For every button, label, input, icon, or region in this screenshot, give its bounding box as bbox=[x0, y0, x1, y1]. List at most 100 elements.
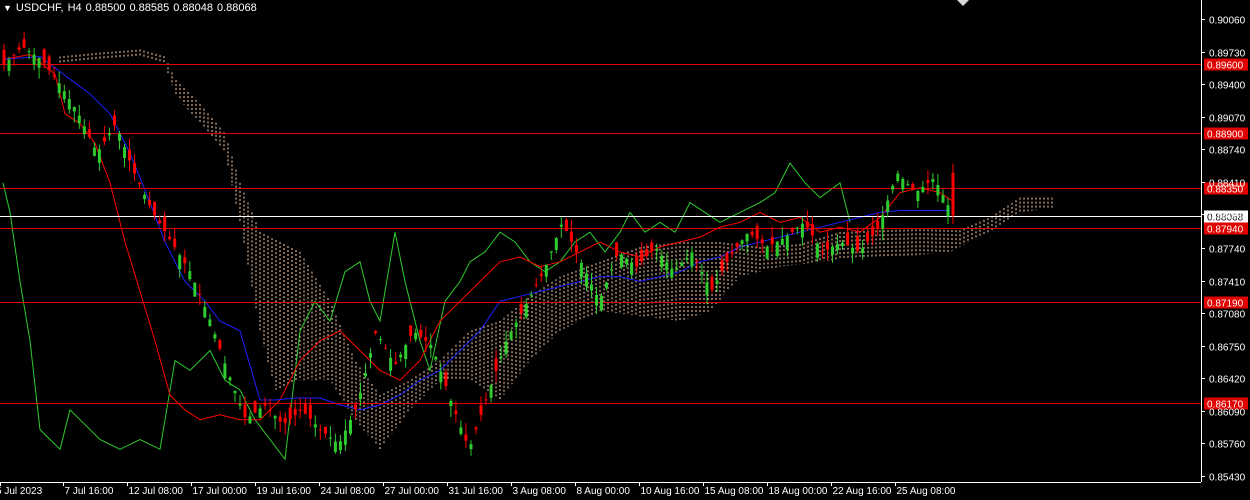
candle-body bbox=[404, 345, 408, 359]
candle-body bbox=[198, 293, 202, 295]
candle-body bbox=[951, 172, 955, 216]
candle-body bbox=[303, 403, 307, 414]
candle-body bbox=[97, 149, 101, 163]
price-tick-label: 0.86090 bbox=[1209, 408, 1246, 419]
candle-body bbox=[931, 179, 935, 182]
candle-body bbox=[439, 371, 443, 383]
candle-body bbox=[640, 249, 644, 262]
candle-body bbox=[2, 49, 6, 65]
candle-body bbox=[27, 51, 31, 53]
candle-body bbox=[775, 241, 779, 257]
candle-body bbox=[489, 385, 493, 398]
candle-body bbox=[399, 354, 403, 358]
candle-body bbox=[595, 295, 598, 306]
time-tick-label: 22 Aug 16:00 bbox=[833, 486, 892, 497]
candle-body bbox=[921, 187, 925, 193]
candle-body bbox=[740, 240, 744, 244]
axes: 0.90060 0.89730 0.89400 0.89070 0.88740 0.884… bbox=[0, 0, 1246, 497]
candle-body bbox=[228, 377, 232, 381]
candle-body bbox=[409, 325, 413, 336]
candle-body bbox=[102, 137, 106, 142]
candle-body bbox=[203, 306, 207, 318]
candle-body bbox=[615, 242, 619, 256]
level-price-label: 0.89600 bbox=[1207, 61, 1244, 72]
candle-body bbox=[288, 407, 292, 419]
candle-body bbox=[183, 257, 187, 264]
candle-body bbox=[32, 54, 36, 65]
candle-body bbox=[881, 215, 885, 229]
candle-body bbox=[620, 254, 624, 268]
candle-body bbox=[625, 258, 629, 264]
candle-body bbox=[494, 358, 498, 371]
candle-body bbox=[308, 404, 312, 419]
candle-body bbox=[564, 220, 568, 232]
candle-body bbox=[544, 264, 548, 277]
chart-title-bar: ▼ USDCHF, H4 0.88500 0.88585 0.88048 0.88068 bbox=[3, 2, 257, 14]
candle-body bbox=[87, 129, 91, 137]
price-tick-label: 0.90060 bbox=[1209, 16, 1246, 27]
candle-body bbox=[800, 223, 804, 238]
candle-body bbox=[298, 409, 302, 411]
candle-body bbox=[519, 304, 523, 314]
level-price-label: 0.87940 bbox=[1207, 225, 1244, 236]
time-tick-label: 10 Aug 16:00 bbox=[641, 486, 700, 497]
candle-body bbox=[600, 295, 603, 311]
candle-body bbox=[268, 409, 272, 411]
candle-body bbox=[123, 147, 126, 158]
candle-body bbox=[866, 232, 870, 242]
candle-body bbox=[770, 236, 774, 245]
candle-body bbox=[831, 246, 834, 255]
candle-body bbox=[514, 322, 518, 328]
time-tick-label: 24 Jul 08:00 bbox=[321, 486, 376, 497]
candle-body bbox=[585, 273, 588, 287]
candle-body bbox=[92, 147, 96, 156]
candle-body bbox=[946, 205, 950, 217]
chikou-span-line bbox=[2, 162, 851, 461]
price-tick-label: 0.85760 bbox=[1209, 440, 1246, 451]
candle-body bbox=[635, 257, 639, 267]
candle-body bbox=[168, 236, 172, 240]
candle-body bbox=[655, 248, 659, 251]
candle-body bbox=[153, 201, 157, 216]
candle-body bbox=[133, 162, 137, 174]
candle-body bbox=[178, 255, 182, 270]
candle-body bbox=[173, 238, 177, 248]
candle-body bbox=[389, 357, 393, 371]
candle-body bbox=[419, 329, 423, 337]
candle-body bbox=[790, 228, 794, 232]
price-chart[interactable]: 0.896000.889000.883500.879400.871900.861… bbox=[0, 0, 1250, 500]
candle-body bbox=[886, 200, 890, 212]
candle-body bbox=[735, 243, 739, 248]
candle-body bbox=[213, 334, 217, 339]
candle-body bbox=[805, 221, 809, 228]
candle-body bbox=[323, 427, 327, 434]
horizontal-levels: 0.896000.889000.883500.879400.871900.861… bbox=[0, 58, 1248, 411]
candle-body bbox=[313, 424, 317, 428]
candle-body bbox=[755, 225, 759, 240]
candle-body bbox=[163, 216, 167, 232]
candle-body bbox=[876, 221, 880, 229]
candle-body bbox=[278, 416, 282, 422]
time-tick-label: 7 Jul 16:00 bbox=[65, 486, 114, 497]
chart-shift-marker-icon[interactable] bbox=[957, 0, 969, 6]
candle-body bbox=[273, 416, 277, 419]
candle-body bbox=[72, 107, 76, 112]
time-tick-label: 8 Aug 00:00 bbox=[577, 486, 631, 497]
candle-body bbox=[911, 184, 915, 190]
price-tick-label: 0.86750 bbox=[1209, 343, 1246, 354]
candle-body bbox=[188, 271, 192, 280]
symbol-menu-arrow-icon[interactable]: ▼ bbox=[3, 3, 12, 13]
candle-body bbox=[454, 410, 458, 415]
candle-body bbox=[384, 348, 388, 350]
candle-body bbox=[610, 269, 614, 271]
time-tick-label: 18 Aug 00:00 bbox=[769, 486, 828, 497]
candle-body bbox=[349, 420, 352, 434]
price-tick-label: 0.88410 bbox=[1209, 179, 1246, 190]
candle-body bbox=[760, 239, 764, 244]
price-tick-label: 0.86420 bbox=[1209, 375, 1246, 386]
candle-body bbox=[158, 220, 162, 224]
candle-body bbox=[474, 427, 478, 430]
candle-body bbox=[906, 184, 910, 186]
time-tick-label: 19 Jul 16:00 bbox=[257, 486, 312, 497]
candle-body bbox=[529, 294, 533, 296]
